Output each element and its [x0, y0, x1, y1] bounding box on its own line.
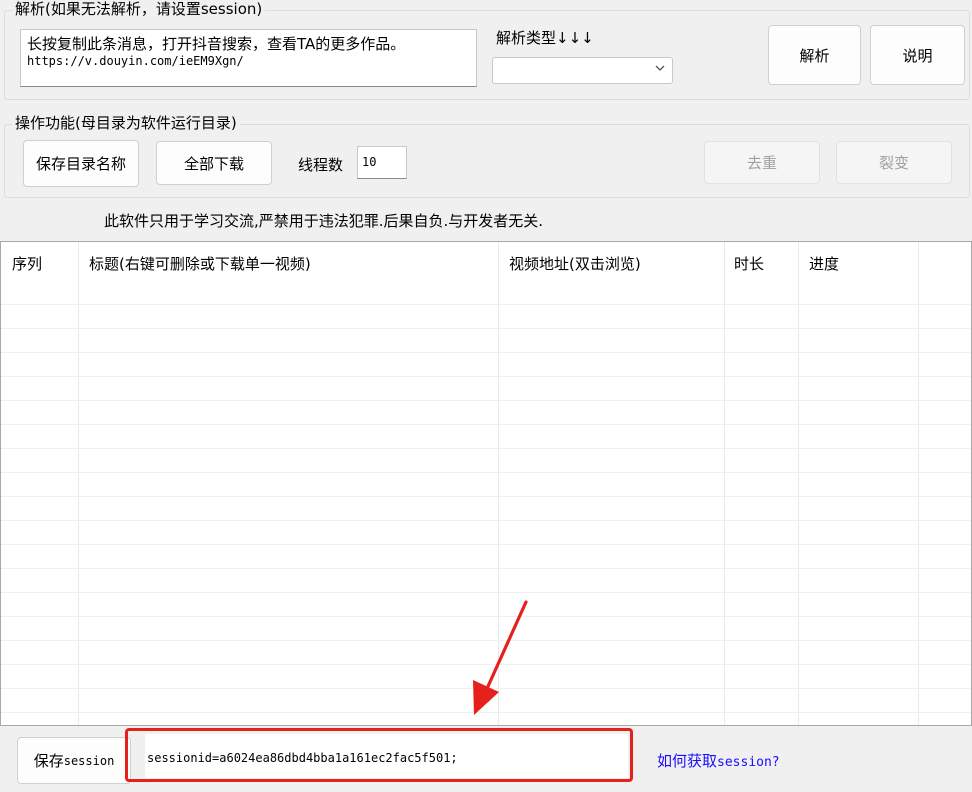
download-all-button[interactable]: 全部下载 — [156, 141, 272, 185]
save-session-button[interactable]: 保存 session — [17, 737, 131, 784]
table-row-divider — [1, 592, 971, 593]
table-row-divider — [1, 376, 971, 377]
share-url-text-line1: 长按复制此条消息，打开抖音搜索，查看TA的更多作品。 — [27, 35, 406, 53]
table-row-divider — [1, 520, 971, 521]
table-row-divider — [1, 304, 971, 305]
table-row-divider — [1, 352, 971, 353]
table-row-divider — [1, 424, 971, 425]
save-session-label: 保存 — [33, 752, 64, 770]
table-row-divider — [1, 544, 971, 545]
save-dir-button[interactable]: 保存目录名称 — [23, 140, 139, 187]
column-header-duration[interactable]: 时长 — [734, 253, 764, 274]
how-to-get-session-link[interactable]: 如何获取session? — [657, 750, 780, 771]
table-row-divider — [1, 472, 971, 473]
disclaimer-text: 此软件只用于学习交流,严禁用于违法犯罪.后果自负.与开发者无关. — [104, 212, 544, 230]
parse-type-label: 解析类型↓↓↓ — [496, 29, 594, 47]
session-link-label-suffix: session? — [717, 755, 780, 770]
table-row-divider — [1, 400, 971, 401]
table-row-divider — [1, 496, 971, 497]
parse-button[interactable]: 解析 — [768, 25, 861, 85]
fission-button[interactable]: 裂变 — [836, 141, 952, 184]
ops-group — [4, 124, 970, 198]
column-header-index[interactable]: 序列 — [12, 253, 42, 274]
column-header-title[interactable]: 标题(右键可删除或下载单一视频) — [89, 253, 311, 274]
save-session-label-suffix: session — [63, 753, 115, 768]
thread-count-input[interactable]: 10 — [357, 146, 407, 179]
parse-group-title: 解析(如果无法解析，请设置session) — [12, 0, 266, 18]
column-header-url[interactable]: 视频地址(双击浏览) — [509, 253, 641, 274]
red-arrow-annotation — [473, 600, 528, 715]
session-input[interactable]: sessionid=a6024ea86dbd4bba1a161ec2fac5f5… — [145, 734, 628, 778]
ops-group-title: 操作功能(母目录为软件运行目录) — [12, 114, 240, 132]
table-row-divider — [1, 328, 971, 329]
help-button[interactable]: 说明 — [870, 25, 965, 85]
thread-label: 线程数 — [298, 156, 344, 174]
share-url-input[interactable]: 长按复制此条消息，打开抖音搜索，查看TA的更多作品。 https://v.dou… — [20, 29, 477, 87]
table-row-divider — [1, 448, 971, 449]
parse-type-dropdown[interactable] — [492, 57, 673, 84]
dedupe-button[interactable]: 去重 — [704, 141, 820, 184]
session-link-label: 如何获取 — [657, 752, 718, 770]
table-row-divider — [1, 568, 971, 569]
chevron-down-icon — [655, 65, 665, 71]
column-header-progress[interactable]: 进度 — [809, 253, 839, 274]
share-url-text-line2: https://v.douyin.com/ieEM9Xgn/ — [27, 54, 244, 68]
table-header: 序列 标题(右键可删除或下载单一视频) 视频地址(双击浏览) 时长 进度 — [1, 242, 971, 288]
